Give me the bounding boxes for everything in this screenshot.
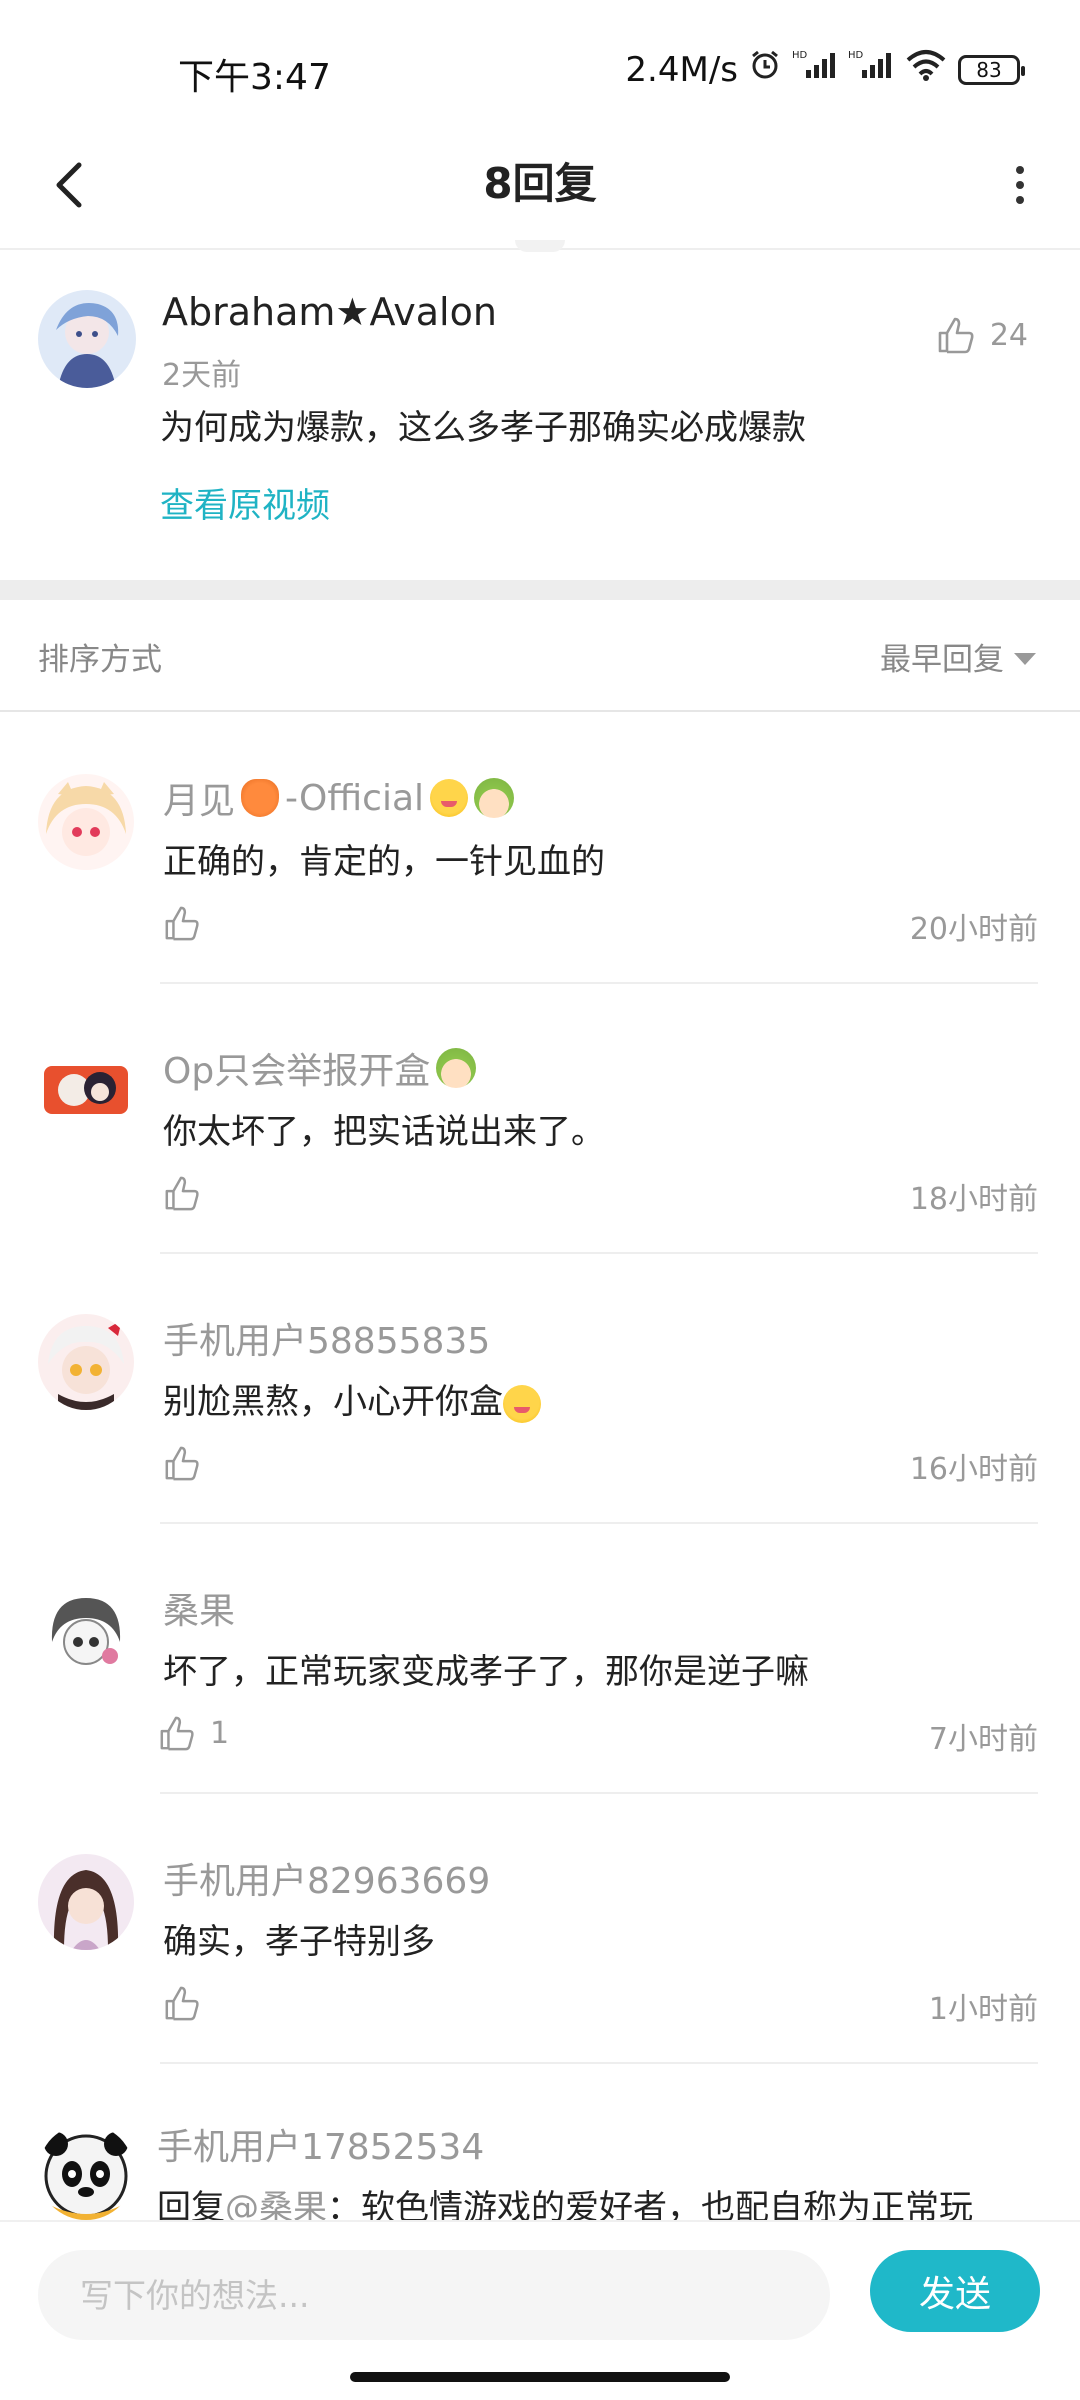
reply-text: 正确的，肯定的，一针见血的 (163, 842, 605, 882)
reply-author[interactable]: 月见 -Official (163, 772, 515, 824)
user-badge-icon (474, 778, 515, 818)
reply-prefix: 回复 (157, 2188, 225, 2224)
net-speed: 2.4M/s (625, 49, 738, 90)
like-button[interactable] (163, 1174, 215, 1212)
sort-label: 排序方式 (38, 642, 162, 678)
avatar[interactable] (38, 774, 134, 870)
reply-author[interactable]: 手机用户58855835 (163, 1312, 490, 1364)
svg-text:HD: HD (848, 50, 864, 61)
reply-author-suffix: -Official (285, 777, 425, 819)
thumbs-up-icon (165, 1446, 199, 1481)
reply-author-name: 月见 (163, 781, 236, 822)
like-count: 24 (989, 317, 1028, 353)
avatar[interactable] (38, 1584, 134, 1680)
main-comment: Abraham★Avalon 2天前 为何成为爆款，这么多孝子那确实必成爆款 查… (0, 260, 1080, 580)
battery-level: 83 (976, 57, 1002, 82)
sort-selected: 最早回复 (880, 642, 1004, 678)
reply-author-name: 手机用户17852534 (157, 2127, 485, 2168)
status-time: 下午3:47 (178, 57, 331, 98)
status-bar: 下午3:47 2.4M/s HD HD 83 (0, 0, 1080, 140)
like-button[interactable] (163, 1984, 215, 2022)
wifi-icon (904, 48, 948, 91)
thumbs-up-icon (938, 317, 974, 354)
reply-author[interactable]: 桑果 (163, 1582, 235, 1634)
thumbs-up-icon (165, 906, 199, 941)
caret-down-icon (1014, 652, 1036, 665)
reply-author-name: 手机用户58855835 (163, 1321, 491, 1362)
reply-text: 别尬黑熬，小心开你盒 (163, 1374, 541, 1423)
avatar[interactable] (38, 1854, 134, 1950)
drag-handle (515, 240, 565, 252)
more-vertical-icon (1016, 166, 1024, 204)
reply-author-name: 手机用户82963669 (163, 1861, 491, 1902)
like-button[interactable] (163, 1444, 215, 1482)
reply-text: 确实，孝子特别多 (163, 1922, 435, 1962)
reply-time: 7小时前 (928, 1722, 1038, 1757)
reply-item: 月见 -Official 正确的，肯定的，一针见血的 20小时前 (0, 714, 1080, 984)
smile-emoji-icon (430, 779, 469, 817)
mention-link[interactable]: @桑果 (225, 2188, 327, 2224)
reply-item: Op只会举报开盒 你太坏了，把实话说出来了。 18小时前 (0, 984, 1080, 1254)
smile-emoji-icon (503, 1384, 541, 1423)
sort-bar: 排序方式 最早回复 (0, 600, 1080, 712)
reply-text: 回复@桑果：软色情游戏的爱好者，也配自称为正常玩 (157, 2180, 973, 2224)
like-button[interactable]: 1 (158, 1714, 229, 1752)
avatar[interactable] (38, 1044, 134, 1140)
comment-author[interactable]: Abraham★Avalon (162, 290, 497, 334)
reply-item: 手机用户17852534 回复@桑果：软色情游戏的爱好者，也配自称为正常玩 (0, 2064, 1080, 2224)
hd-signal-icon: HD (792, 48, 838, 91)
svg-text:HD: HD (792, 50, 808, 61)
reply-item: 手机用户82963669 确实，孝子特别多 1小时前 (0, 1794, 1080, 2064)
fox-emoji-icon (241, 779, 280, 817)
comment-input[interactable] (38, 2250, 830, 2340)
avatar[interactable] (38, 290, 136, 388)
view-original-video-link[interactable]: 查看原视频 (160, 478, 330, 527)
reply-text-content: 别尬黑熬，小心开你盒 (163, 1382, 503, 1422)
thumbs-up-icon (165, 1176, 199, 1211)
comment-input-bar: 发送 (0, 2220, 1080, 2370)
page-title: 8回复 (483, 159, 597, 208)
battery-icon: 83 (958, 54, 1025, 85)
user-badge-icon (436, 1048, 477, 1088)
section-divider (0, 580, 1080, 600)
hd-signal-icon: HD (848, 48, 894, 91)
reply-author-name: 桑果 (163, 1591, 236, 1632)
top-nav-bar: 8回复 (0, 120, 1080, 250)
avatar[interactable] (38, 1314, 134, 1410)
reply-time: 16小时前 (909, 1452, 1038, 1487)
reply-time: 18小时前 (909, 1182, 1038, 1217)
like-button[interactable]: 24 (936, 315, 1028, 355)
reply-item: 手机用户58855835 别尬黑熬，小心开你盒 16小时前 (0, 1254, 1080, 1524)
reply-author[interactable]: 手机用户17852534 (157, 2118, 484, 2170)
reply-text: 你太坏了，把实话说出来了。 (163, 1112, 605, 1152)
home-indicator[interactable] (350, 2372, 730, 2382)
thumbs-up-icon (165, 1986, 199, 2021)
sort-dropdown[interactable]: 最早回复 (880, 634, 1036, 679)
reply-time: 1小时前 (928, 1992, 1038, 2027)
reply-text-content: ：软色情游戏的爱好者，也配自称为正常玩 (327, 2188, 973, 2224)
thumbs-up-icon (160, 1716, 194, 1751)
reply-item: 桑果 坏了，正常玩家变成孝子了，那你是逆子嘛 1 7小时前 (0, 1524, 1080, 1794)
more-button[interactable] (990, 150, 1050, 220)
alarm-icon (748, 48, 782, 91)
status-indicators: 2.4M/s HD HD 83 (625, 48, 1025, 91)
reply-author[interactable]: Op只会举报开盒 (163, 1042, 477, 1094)
reply-author-name: Op只会举报开盒 (163, 1051, 431, 1092)
reply-text: 坏了，正常玩家变成孝子了，那你是逆子嘛 (163, 1652, 809, 1692)
send-button[interactable]: 发送 (870, 2250, 1040, 2332)
reply-author[interactable]: 手机用户82963669 (163, 1852, 490, 1904)
avatar[interactable] (38, 2124, 134, 2220)
reply-time: 20小时前 (909, 912, 1038, 947)
like-count: 1 (210, 1715, 230, 1751)
comment-text: 为何成为爆款，这么多孝子那确实必成爆款 (160, 408, 806, 448)
comment-time: 2天前 (162, 358, 242, 393)
like-button[interactable] (163, 904, 215, 942)
